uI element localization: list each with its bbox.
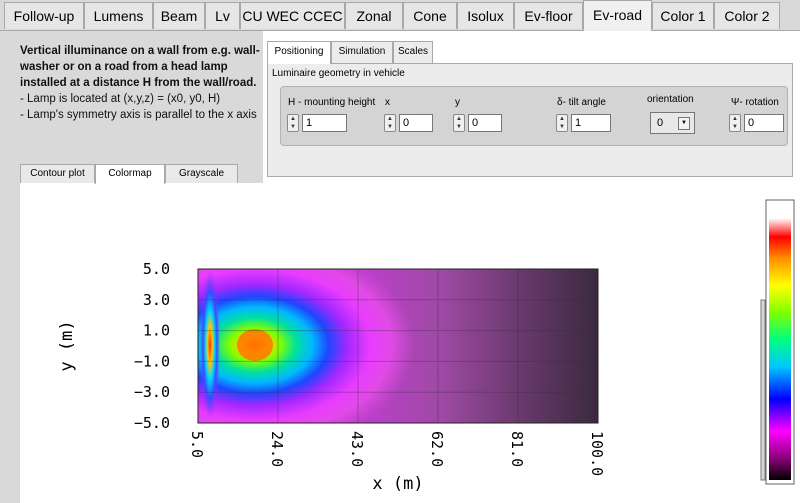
- h-control: ▲ ▼ 1: [287, 114, 357, 134]
- heatmap-field: [198, 269, 598, 423]
- tab-color-2[interactable]: Color 2: [714, 2, 780, 29]
- tab-isolux[interactable]: Isolux: [457, 2, 514, 29]
- tab-cu-wec-ccec[interactable]: CU WEC CCEC: [240, 2, 345, 29]
- y-label: y: [455, 97, 460, 108]
- colormap-chart: 5.0 3.0 1.0 −1.0 −3.0 −5.0 5.0 24.0 43.0 62.0 81.…: [57, 199, 795, 494]
- tab-zonal[interactable]: Zonal: [345, 2, 403, 29]
- tab-beam[interactable]: Beam: [153, 2, 205, 29]
- tilt-label: δ- tilt angle: [557, 97, 606, 108]
- heatmap-peak: [237, 329, 273, 361]
- tab-colormap[interactable]: Colormap: [95, 164, 165, 184]
- down-arrow-icon[interactable]: ▼: [730, 123, 740, 131]
- geometry-fields: H - mounting height ▲ ▼ 1 x ▲ ▼ 0 y ▲ ▼ 0 δ…: [280, 86, 788, 146]
- tab-positioning[interactable]: Positioning: [267, 41, 331, 64]
- y-axis-label: y (m): [57, 320, 77, 371]
- x-label: x: [385, 97, 390, 108]
- x-axis-label: x (m): [372, 474, 423, 494]
- x-control: ▲ ▼ 0: [384, 114, 439, 134]
- y-tick-labels: 5.0 3.0 1.0 −1.0 −3.0 −5.0: [134, 260, 170, 432]
- y-control: ▲ ▼ 0: [453, 114, 508, 134]
- up-arrow-icon[interactable]: ▲: [454, 115, 464, 123]
- tilt-input[interactable]: 1: [571, 114, 611, 132]
- description-panel: Vertical illuminance on a wall from e.g.…: [0, 31, 263, 183]
- tab-cone[interactable]: Cone: [403, 2, 457, 29]
- tab-simulation[interactable]: Simulation: [331, 41, 393, 63]
- y-input[interactable]: 0: [468, 114, 502, 132]
- down-arrow-icon[interactable]: ▼: [288, 123, 298, 131]
- x-tick-label: 24.0: [268, 431, 286, 467]
- tilt-control: ▲ ▼ 1: [556, 114, 616, 134]
- y-tick-label: 3.0: [143, 291, 170, 309]
- up-arrow-icon[interactable]: ▲: [385, 115, 395, 123]
- rotation-control: ▲ ▼ 0: [729, 114, 784, 134]
- tab-ev-floor[interactable]: Ev-floor: [514, 2, 583, 29]
- h-input[interactable]: 1: [302, 114, 347, 132]
- tab-color-1[interactable]: Color 1: [652, 2, 714, 29]
- tab-lv[interactable]: Lv: [205, 2, 240, 29]
- up-arrow-icon[interactable]: ▲: [730, 115, 740, 123]
- plot-tabs: Contour plot Colormap Grayscale: [20, 164, 263, 184]
- x-tick-label: 81.0: [508, 431, 526, 467]
- heatmap-near-stripe: [200, 270, 220, 420]
- orientation-value: 0: [657, 117, 664, 129]
- tab-follow-up[interactable]: Follow-up: [4, 2, 84, 29]
- down-arrow-icon[interactable]: ▼: [385, 123, 395, 131]
- tilt-stepper[interactable]: ▲ ▼: [556, 114, 568, 132]
- x-tick-label: 62.0: [428, 431, 446, 467]
- h-label: H - mounting height: [288, 97, 376, 108]
- description-text: Vertical illuminance on a wall from e.g.…: [20, 43, 270, 123]
- h-stepper[interactable]: ▲ ▼: [287, 114, 299, 132]
- tab-scales[interactable]: Scales: [393, 41, 433, 63]
- y-stepper[interactable]: ▲ ▼: [453, 114, 465, 132]
- rotation-input[interactable]: 0: [744, 114, 784, 132]
- orientation-ring[interactable]: 0 ▼: [650, 112, 695, 134]
- x-stepper[interactable]: ▲ ▼: [384, 114, 396, 132]
- rotation-label: Ψ- rotation: [731, 97, 779, 108]
- x-tick-labels: 5.0 24.0 43.0 62.0 81.0 100.0: [188, 431, 606, 476]
- main-tab-bar: Follow-up Lumens Beam Lv CU WEC CCEC Zon…: [0, 0, 800, 31]
- x-tick-label: 100.0: [588, 431, 606, 476]
- description-line-2: - Lamp's symmetry axis is parallel to th…: [20, 109, 257, 121]
- tab-grayscale[interactable]: Grayscale: [165, 164, 238, 183]
- up-arrow-icon[interactable]: ▲: [288, 115, 298, 123]
- colorbar: [769, 210, 791, 480]
- positioning-panel: Luminaire geometry in vehicle H - mounti…: [267, 63, 793, 177]
- geometry-label: Luminaire geometry in vehicle: [272, 68, 405, 79]
- down-arrow-icon[interactable]: ▼: [557, 123, 567, 131]
- up-arrow-icon[interactable]: ▲: [557, 115, 567, 123]
- tab-ev-road[interactable]: Ev-road: [583, 0, 652, 31]
- description-line-1: - Lamp is located at (x,y,z) = (x0, y0, …: [20, 93, 221, 105]
- description-heading: Vertical illuminance on a wall from e.g.…: [20, 45, 260, 89]
- x-input[interactable]: 0: [399, 114, 433, 132]
- chevron-down-icon[interactable]: ▼: [678, 117, 690, 130]
- tab-contour-plot[interactable]: Contour plot: [20, 164, 95, 183]
- orientation-control: 0 ▼: [635, 112, 695, 134]
- y-tick-label: 1.0: [143, 322, 170, 340]
- x-tick-label: 5.0: [188, 431, 206, 458]
- y-tick-label: −1.0: [134, 352, 170, 370]
- colorbar-slider[interactable]: [760, 299, 766, 481]
- rotation-stepper[interactable]: ▲ ▼: [729, 114, 741, 132]
- orientation-label: orientation: [647, 94, 694, 105]
- down-arrow-icon[interactable]: ▼: [454, 123, 464, 131]
- tab-lumens[interactable]: Lumens: [84, 2, 153, 29]
- y-tick-label: −3.0: [134, 383, 170, 401]
- y-tick-label: −5.0: [134, 414, 170, 432]
- x-tick-label: 43.0: [348, 431, 366, 467]
- y-tick-label: 5.0: [143, 260, 170, 278]
- settings-panel: Positioning Simulation Scales Luminaire …: [263, 31, 800, 183]
